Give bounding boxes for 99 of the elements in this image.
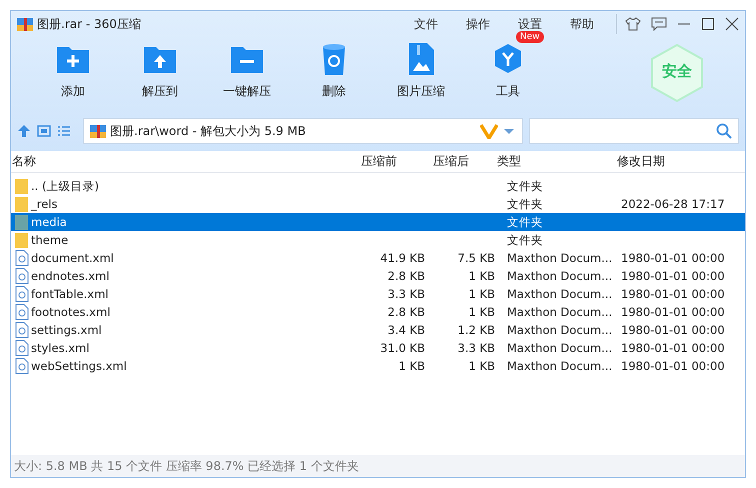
file-name: settings.xml [31, 323, 102, 337]
type-cell-text: Maxthon Docum... [506, 359, 614, 373]
list-view-icon[interactable] [57, 124, 71, 138]
type-cell-text: 文件夹 [506, 178, 544, 194]
search-field[interactable] [529, 118, 739, 144]
file-name: theme [31, 233, 68, 247]
file-row[interactable]: fontTable.xml 3.3 KB 1 KB Maxthon Docum... 1980-01-01 00:00 [11, 285, 745, 303]
size-cell-text: 2.8 KB [386, 269, 425, 283]
document-icon [15, 340, 29, 356]
type-cell-text: Maxthon Docum... [506, 251, 614, 265]
date-cell-text: 1980-01-01 00:00 [620, 341, 726, 355]
file-name: _rels [31, 197, 58, 211]
packed-size-cell-text: 1 KB [468, 359, 495, 373]
document-icon [15, 322, 29, 338]
size-cell-text: 41.9 KB [379, 251, 425, 265]
thumbnail-view-icon[interactable] [37, 124, 51, 138]
file-row[interactable]: _rels 文件夹 2022-06-28 17:17 [11, 195, 745, 213]
status-bar: 大小: 5.8 MB 共 15 个文件 压缩率 98.7% 已经选择 1 个文件夹 [11, 455, 745, 477]
folder-icon [15, 232, 29, 248]
shirt-icon[interactable] [625, 17, 641, 31]
window-title: 图册.rar - 360压缩 [37, 16, 142, 32]
toolbar-button[interactable]: 一键解压 [207, 37, 287, 100]
archive-icon [90, 123, 106, 139]
type-cell-text: 文件夹 [506, 232, 544, 248]
toolbar-button[interactable]: 解压到 [120, 37, 200, 100]
up-arrow-icon[interactable] [17, 124, 31, 138]
file-row[interactable]: document.xml 41.9 KB 7.5 KB Maxthon Docum... 1980-01-01 00:00 [11, 249, 745, 267]
packed-size-cell-text: 7.5 KB [456, 251, 495, 265]
packed-size-cell-text: 3.3 KB [456, 341, 495, 355]
type-cell-text: Maxthon Docum... [506, 323, 614, 337]
type-cell-text: 文件夹 [506, 196, 544, 212]
archive-icon [17, 16, 33, 32]
document-icon [15, 268, 29, 284]
file-name: .. (上级目录) [31, 178, 99, 194]
new-badge: New [516, 31, 544, 43]
type-cell-text: Maxthon Docum... [506, 305, 614, 319]
file-name: styles.xml [31, 341, 90, 355]
address-path: 图册.rar\word - 解包大小为 5.9 MB [110, 122, 307, 140]
file-name: media [31, 215, 67, 229]
column-header[interactable]: 类型 [495, 153, 615, 170]
file-name: endnotes.xml [31, 269, 110, 283]
date-cell-text: 2022-06-28 17:17 [620, 197, 726, 211]
file-name: footnotes.xml [31, 305, 110, 319]
file-name: document.xml [31, 251, 114, 265]
folder-icon [15, 214, 29, 230]
address-bar[interactable]: 图册.rar\word - 解包大小为 5.9 MB [83, 118, 523, 144]
toolbar-button[interactable]: 图片压缩 [381, 37, 461, 100]
packed-size-cell-text: 1.2 KB [456, 323, 495, 337]
column-header[interactable]: 压缩后 [425, 153, 495, 170]
v-logo-icon[interactable] [480, 123, 498, 139]
file-row[interactable]: media 文件夹 [11, 213, 745, 231]
security-label: 安全 [661, 62, 693, 81]
document-icon [15, 304, 29, 320]
type-cell-text: Maxthon Docum... [506, 269, 614, 283]
date-cell-text: 1980-01-01 00:00 [620, 287, 726, 301]
file-row[interactable]: settings.xml 3.4 KB 1.2 KB Maxthon Docum... 1980-01-01 00:00 [11, 321, 745, 339]
date-cell-text: 1980-01-01 00:00 [620, 305, 726, 319]
date-cell-text: 1980-01-01 00:00 [620, 359, 726, 373]
file-row[interactable]: theme 文件夹 [11, 231, 745, 249]
type-cell-text: 文件夹 [506, 214, 544, 230]
file-name: fontTable.xml [31, 287, 108, 301]
file-name: webSettings.xml [31, 359, 127, 373]
message-icon[interactable] [651, 17, 667, 31]
document-icon [15, 358, 29, 374]
file-row[interactable]: styles.xml 31.0 KB 3.3 KB Maxthon Docum... 1980-01-01 00:00 [11, 339, 745, 357]
file-row[interactable]: .. (上级目录) 文件夹 [11, 177, 745, 195]
search-icon[interactable] [716, 123, 732, 139]
file-row[interactable]: endnotes.xml 2.8 KB 1 KB Maxthon Docum... 1980-01-01 00:00 [11, 267, 745, 285]
size-cell-text: 31.0 KB [379, 341, 425, 355]
close-icon[interactable] [725, 17, 739, 31]
file-row[interactable]: webSettings.xml 1 KB 1 KB Maxthon Docum... 1980-01-01 00:00 [11, 357, 745, 375]
column-header[interactable]: 修改日期 [615, 153, 741, 170]
menu-item[interactable]: 文件 [400, 16, 452, 32]
shield-icon[interactable] [649, 43, 705, 103]
document-icon [15, 286, 29, 302]
size-cell-text: 1 KB [398, 359, 425, 373]
toolbar-button[interactable]: 添加 [33, 37, 113, 100]
maximize-icon[interactable] [701, 17, 715, 31]
file-row[interactable]: footnotes.xml 2.8 KB 1 KB Maxthon Docum... 1980-01-01 00:00 [11, 303, 745, 321]
folder-icon [15, 178, 29, 194]
folder-icon [15, 196, 29, 212]
size-cell-text: 3.4 KB [386, 323, 425, 337]
toolbar-button[interactable]: 删除 [294, 37, 374, 100]
column-header[interactable]: 名称 [11, 153, 311, 170]
document-icon [15, 250, 29, 266]
date-cell-text: 1980-01-01 00:00 [620, 251, 726, 265]
size-cell-text: 2.8 KB [386, 305, 425, 319]
packed-size-cell-text: 1 KB [468, 269, 495, 283]
packed-size-cell-text: 1 KB [468, 287, 495, 301]
column-header[interactable]: 压缩前 [311, 153, 425, 170]
type-cell-text: Maxthon Docum... [506, 287, 614, 301]
menu-item[interactable]: 设置 [504, 16, 556, 32]
date-cell-text: 1980-01-01 00:00 [620, 269, 726, 283]
packed-size-cell-text: 1 KB [468, 305, 495, 319]
date-cell-text: 1980-01-01 00:00 [620, 323, 726, 337]
size-cell-text: 3.3 KB [386, 287, 425, 301]
menu-item[interactable]: 操作 [452, 16, 504, 32]
menu-item[interactable]: 帮助 [556, 16, 608, 32]
type-cell-text: Maxthon Docum... [506, 341, 614, 355]
